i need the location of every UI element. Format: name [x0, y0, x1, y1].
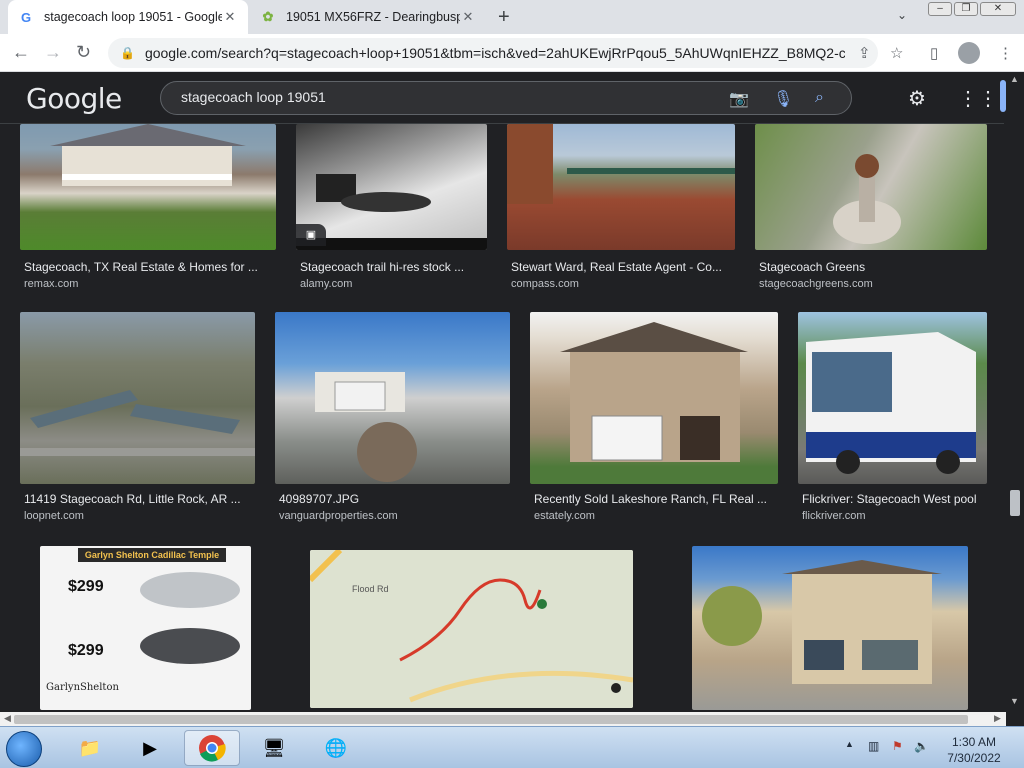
vertical-scroll-thumb[interactable] [1010, 490, 1020, 516]
result-thumbnail[interactable]: Garlyn Shelton Cadillac Temple $299 $299… [40, 546, 251, 710]
google-favicon-icon: G [20, 9, 32, 25]
search-input[interactable] [181, 89, 711, 105]
tab-search-chevron-down-icon[interactable]: ⌄ [897, 8, 907, 22]
google-header: Google 📷 🎙 ⌕ ⚙ ⋮⋮⋮ [0, 72, 1018, 124]
tab-dearingbuspix[interactable]: ✿ 19051 MX56FRZ - Dearingbuspix ✕ [250, 0, 486, 34]
google-logo[interactable]: Google [26, 82, 122, 115]
result-thumbnail[interactable]: Flood Rd [310, 550, 633, 708]
scroll-up-arrow-icon[interactable]: ▲ [1010, 74, 1019, 84]
result-thumbnail[interactable] [755, 124, 987, 250]
result-source[interactable]: alamy.com [300, 278, 352, 290]
clock-date: 7/30/2022 [947, 751, 1001, 765]
microphone-icon[interactable]: 🎙 [773, 89, 793, 109]
ad-brand: GarlynShelton [46, 682, 119, 693]
image-results-grid: Stagecoach, TX Real Estate & Homes for .… [0, 124, 1006, 712]
back-arrow-icon[interactable]: ← [12, 42, 30, 63]
share-icon[interactable]: ⇪ [858, 44, 871, 62]
townhouse-illustration [702, 560, 942, 684]
scroll-right-arrow-icon[interactable]: ▶ [994, 713, 1001, 724]
result-caption[interactable]: Recently Sold Lakeshore Ranch, FL Real .… [534, 492, 767, 506]
image-type-icon: ▣ [296, 224, 326, 246]
reload-icon[interactable]: ↻ [76, 42, 91, 63]
result-source[interactable]: flickriver.com [802, 510, 866, 522]
clock-time: 1:30 AM [951, 735, 997, 749]
result-thumbnail[interactable] [20, 124, 276, 250]
result-caption[interactable]: Stagecoach Greens [759, 260, 865, 274]
side-panel-icon[interactable]: ▯ [930, 44, 938, 62]
action-center-flag-icon[interactable]: ⚑ [892, 739, 903, 753]
url-text[interactable]: google.com/search?q=stagecoach+loop+1905… [145, 45, 845, 61]
tab-google-search[interactable]: G stagecoach loop 19051 - Google ✕ [8, 0, 248, 34]
scroll-left-arrow-icon[interactable]: ◀ [4, 713, 11, 724]
result-thumbnail[interactable] [275, 312, 510, 484]
result-caption[interactable]: Flickriver: Stagecoach West pool [802, 492, 977, 506]
close-tab-icon[interactable]: ✕ [222, 9, 238, 25]
deck-illustration [507, 124, 735, 204]
volume-icon[interactable]: 🔈 [914, 739, 929, 753]
show-hidden-icons-icon[interactable]: ▲ [845, 739, 854, 749]
result-source[interactable]: compass.com [511, 278, 579, 290]
close-tab-icon[interactable]: ✕ [460, 9, 476, 25]
horizontal-scroll-thumb[interactable] [14, 715, 968, 724]
result-thumbnail[interactable]: ▣ [296, 124, 487, 250]
start-button-windows-icon[interactable] [6, 731, 42, 767]
search-box[interactable]: 📷 🎙 ⌕ [160, 81, 852, 115]
result-caption[interactable]: 40989707.JPG [279, 492, 359, 506]
result-source[interactable]: vanguardproperties.com [279, 510, 398, 522]
result-source[interactable]: estately.com [534, 510, 595, 522]
network-app-icon[interactable]: 🌐 [308, 730, 364, 766]
aerial-building-illustration [20, 390, 255, 456]
bookmark-star-icon[interactable]: ☆ [890, 44, 903, 62]
result-thumbnail[interactable] [692, 546, 968, 710]
search-icon[interactable]: ⌕ [815, 89, 824, 107]
media-player-icon[interactable]: ▶ [122, 730, 178, 766]
two-story-house-illustration [560, 322, 748, 462]
system-clock[interactable]: 1:30 AM 7/30/2022 [942, 734, 1006, 766]
dearingbuspix-favicon-icon: ✿ [262, 9, 274, 24]
result-caption[interactable]: 11419 Stagecoach Rd, Little Rock, AR ... [24, 492, 241, 506]
result-source[interactable]: remax.com [24, 278, 78, 290]
settings-gear-icon[interactable]: ⚙ [908, 86, 926, 111]
minimize-window-icon[interactable]: – [928, 2, 952, 16]
browser-toolbar: ← → ↻ 🔒 google.com/search?q=stagecoach+l… [0, 34, 1024, 72]
result-thumbnail[interactable] [20, 312, 255, 484]
network-tray-icon[interactable]: ▥ [868, 739, 879, 753]
lock-icon[interactable]: 🔒 [120, 46, 135, 60]
scroll-down-arrow-icon[interactable]: ▼ [1010, 696, 1019, 706]
camera-icon[interactable]: 📷 [729, 89, 749, 109]
result-caption[interactable]: Stagecoach, TX Real Estate & Homes for .… [24, 260, 258, 274]
address-bar[interactable]: 🔒 google.com/search?q=stagecoach+loop+19… [108, 38, 878, 68]
tab-strip: G stagecoach loop 19051 - Google ✕ ✿ 190… [0, 0, 1024, 34]
profile-avatar[interactable] [958, 42, 980, 64]
result-thumbnail[interactable] [530, 312, 778, 484]
chrome-taskbar-icon[interactable] [184, 730, 240, 766]
vertical-scrollbar[interactable] [1006, 72, 1024, 712]
windows-taskbar: 📁 ▶ 🖥 🌐 ▲ ▥ ⚑ 🔈 1:30 AM 7/30/2022 [0, 726, 1024, 768]
file-explorer-icon[interactable]: 📁 [62, 730, 118, 766]
trail-map-illustration [310, 550, 633, 708]
close-window-icon[interactable]: ✕ [980, 2, 1016, 16]
tab-title: stagecoach loop 19051 - Google [44, 10, 222, 24]
control-panel-icon[interactable]: 🖥 [246, 730, 302, 766]
chrome-logo-icon [199, 735, 226, 762]
result-source[interactable]: loopnet.com [24, 510, 84, 522]
house-illustration [50, 124, 246, 186]
mini-golf-illustration [833, 154, 901, 244]
result-source[interactable]: stagecoachgreens.com [759, 278, 873, 290]
forward-arrow-icon[interactable]: → [44, 42, 62, 63]
result-caption[interactable]: Stewart Ward, Real Estate Agent - Co... [511, 260, 722, 274]
result-thumbnail[interactable] [798, 312, 987, 484]
restore-window-icon[interactable]: ❐ [954, 2, 978, 16]
kebab-menu-icon[interactable]: ⋮ [998, 44, 1013, 62]
tab-title: 19051 MX56FRZ - Dearingbuspix [286, 10, 460, 24]
map-road-label: Flood Rd [352, 584, 389, 594]
result-thumbnail[interactable] [507, 124, 735, 250]
garage-house-illustration [315, 372, 417, 482]
new-tab-plus-icon[interactable]: + [498, 6, 510, 29]
bus-illustration [806, 332, 976, 474]
result-caption[interactable]: Stagecoach trail hi-res stock ... [300, 260, 464, 274]
